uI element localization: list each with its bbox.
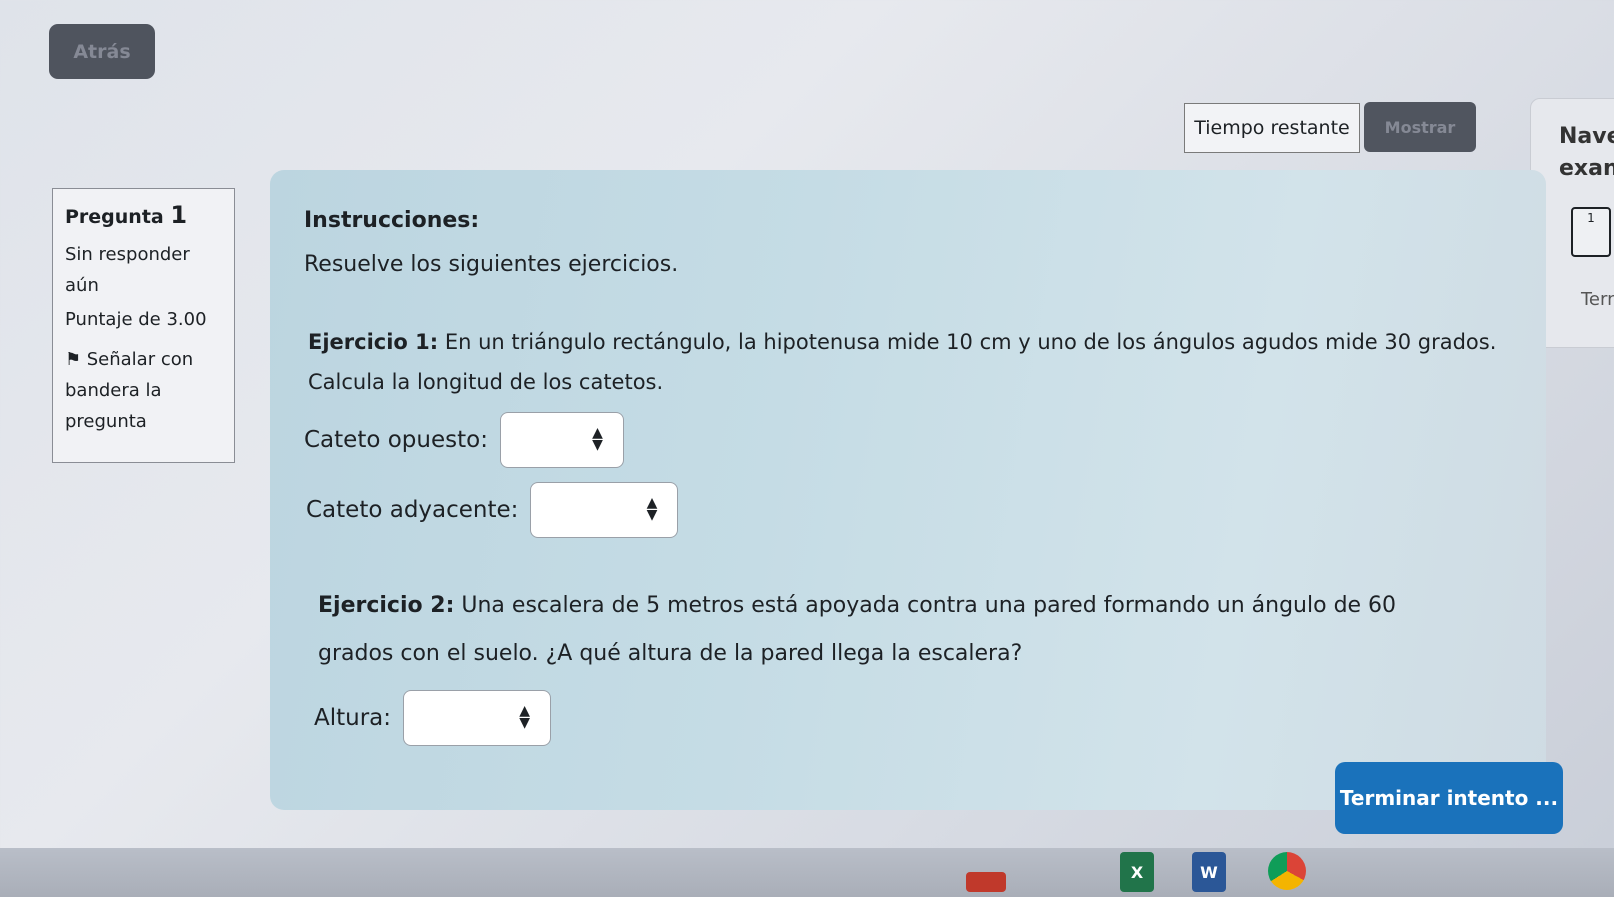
back-button[interactable]: Atrás	[49, 24, 155, 79]
question-state: Sin responder aún	[65, 244, 190, 296]
instructions-title: Instrucciones:	[304, 208, 480, 233]
finish-attempt-button[interactable]: Terminar intento ...	[1335, 762, 1563, 834]
spinner-icon[interactable]: ▲ ▼	[519, 704, 530, 730]
question-grade: Puntaje de 3.00	[65, 309, 207, 330]
altura-label: Altura:	[314, 705, 392, 731]
question-content: Instrucciones: Resuelve los siguientes e…	[270, 170, 1546, 810]
chrome-icon[interactable]	[1268, 852, 1306, 890]
nav-finish-link[interactable]: Tern	[1581, 289, 1614, 310]
show-timer-button[interactable]: Mostrar	[1364, 102, 1476, 152]
cateto-adyacente-label: Cateto adyacente:	[306, 497, 519, 523]
flag-question-link[interactable]: ⚑ Señalar con bandera la pregunta	[65, 344, 222, 437]
taskbar: X W	[0, 848, 1614, 897]
app-icon[interactable]	[966, 872, 1006, 892]
question-number-value: 1	[170, 201, 188, 229]
question-info-box: Pregunta 1 Sin responder aún Puntaje de …	[52, 188, 235, 463]
instructions-text: Resuelve los siguientes ejercicios.	[304, 252, 679, 277]
spinner-icon[interactable]: ▲ ▼	[592, 426, 603, 452]
cateto-opuesto-row: Cateto opuesto: ▲ ▼	[304, 412, 624, 468]
nav-question-1[interactable]: 1	[1571, 207, 1611, 257]
altura-row: Altura: ▲ ▼	[314, 690, 552, 746]
excel-icon[interactable]: X	[1120, 852, 1154, 892]
altura-input[interactable]: ▲ ▼	[403, 690, 552, 746]
exercise-2-label: Ejercicio 2:	[318, 593, 455, 618]
time-remaining-label: Tiempo restante	[1184, 103, 1360, 153]
cateto-adyacente-row: Cateto adyacente: ▲ ▼	[306, 482, 679, 538]
question-prefix: Pregunta	[65, 206, 164, 228]
exercise-1-body: En un triángulo rectángulo, la hipotenus…	[308, 330, 1497, 394]
exercise-2-text: Ejercicio 2: Una escalera de 5 metros es…	[318, 582, 1478, 678]
flag-icon: ⚑	[65, 349, 82, 370]
question-number: Pregunta 1	[65, 201, 222, 229]
cateto-opuesto-input[interactable]: ▲ ▼	[499, 412, 624, 468]
cateto-adyacente-input[interactable]: ▲ ▼	[530, 482, 679, 538]
exercise-2-body: Una escalera de 5 metros está apoyada co…	[318, 593, 1397, 666]
spinner-icon[interactable]: ▲ ▼	[647, 496, 658, 522]
exercise-1-text: Ejercicio 1: En un triángulo rectángulo,…	[308, 322, 1508, 402]
cateto-opuesto-label: Cateto opuesto:	[304, 427, 488, 453]
exercise-1-label: Ejercicio 1:	[308, 330, 439, 354]
flag-question-label: Señalar con bandera la pregunta	[65, 349, 194, 432]
word-icon[interactable]: W	[1192, 852, 1226, 892]
quiz-navigation-title: Nave exan	[1559, 124, 1614, 181]
